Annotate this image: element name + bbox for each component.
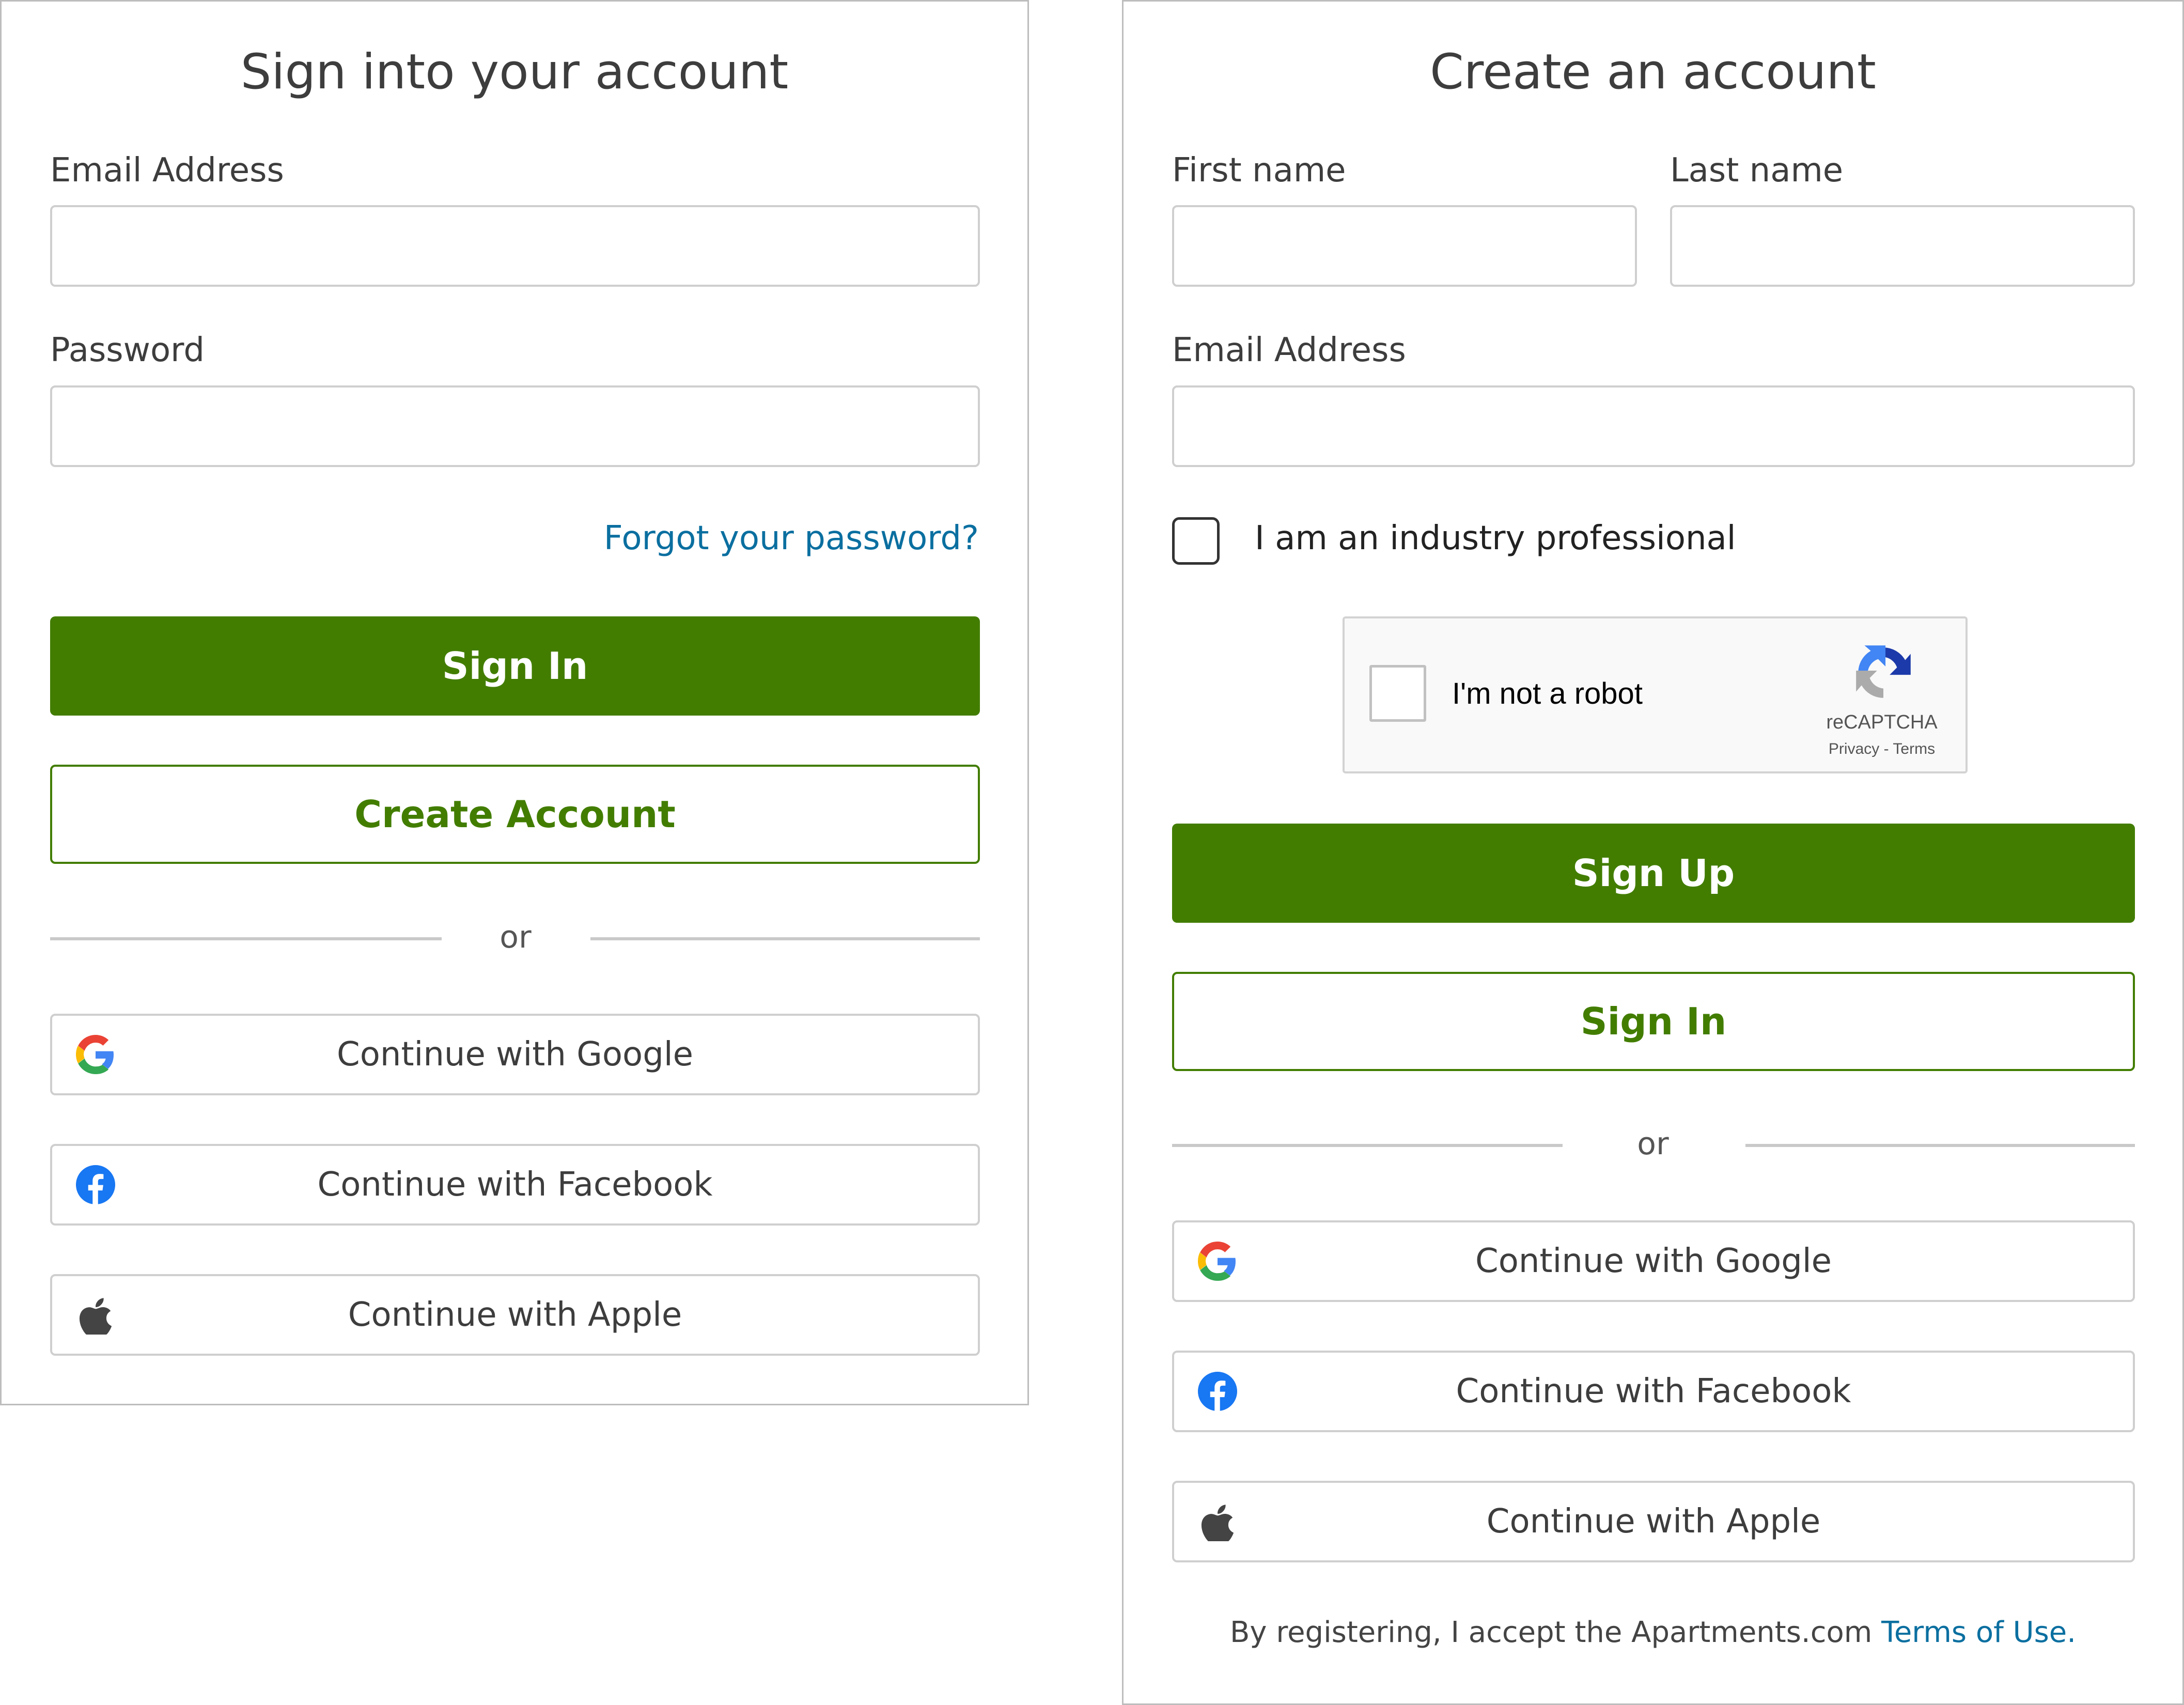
signin-email-input[interactable] <box>50 205 980 287</box>
create-account-button[interactable]: Create Account <box>50 765 980 864</box>
forgot-password-link[interactable]: Forgot your password? <box>604 519 979 557</box>
recaptcha-terms-link[interactable]: Terms <box>1893 740 1935 757</box>
signup-apple-button[interactable]: Continue with Apple <box>1172 1481 2135 1562</box>
signin-apple-button[interactable]: Continue with Apple <box>50 1274 980 1356</box>
divider-or: or <box>500 919 532 955</box>
signup-divider-or: or <box>1637 1126 1669 1162</box>
signup-divider-left <box>1172 1144 1563 1147</box>
password-input[interactable] <box>50 385 980 467</box>
signup-email-label: Email Address <box>1172 331 1406 369</box>
signin-facebook-button[interactable]: Continue with Facebook <box>50 1144 980 1226</box>
google-icon <box>76 1035 115 1074</box>
recaptcha-label: I'm not a robot <box>1452 677 1643 710</box>
recaptcha-checkbox[interactable] <box>1369 665 1426 722</box>
google-icon <box>1198 1242 1237 1281</box>
recaptcha-icon <box>1850 639 1917 706</box>
industry-professional-label: I am an industry professional <box>1255 519 1736 557</box>
terms-footer: By registering, I accept the Apartments.… <box>1124 1616 2182 1649</box>
signin-email-label: Email Address <box>50 151 284 190</box>
apple-icon <box>1198 1502 1237 1541</box>
signup-panel: Create an account First name Last name E… <box>1122 0 2184 1705</box>
signup-facebook-label: Continue with Facebook <box>1456 1372 1851 1411</box>
signin-button[interactable]: Sign In <box>50 616 980 716</box>
signup-divider-right <box>1745 1144 2135 1147</box>
signup-google-button[interactable]: Continue with Google <box>1172 1220 2135 1302</box>
terms-footer-text: By registering, I accept the Apartments.… <box>1229 1616 1882 1649</box>
industry-professional-checkbox[interactable] <box>1172 517 1220 565</box>
signup-button[interactable]: Sign Up <box>1172 824 2135 923</box>
divider-right <box>590 937 980 940</box>
signin-title: Sign into your account <box>240 44 789 100</box>
recaptcha-separator: - <box>1883 740 1889 757</box>
last-name-label: Last name <box>1670 151 1844 190</box>
signup-title: Create an account <box>1430 44 1876 100</box>
facebook-icon <box>76 1165 115 1204</box>
signup-facebook-button[interactable]: Continue with Facebook <box>1172 1351 2135 1432</box>
recaptcha-brand: reCAPTCHA <box>1826 711 1938 733</box>
first-name-input[interactable] <box>1172 205 1637 287</box>
recaptcha-widget: I'm not a robot reCAPTCHA Privacy - Term… <box>1343 616 1968 773</box>
recaptcha-privacy-link[interactable]: Privacy <box>1829 740 1879 757</box>
recaptcha-links: Privacy - Terms <box>1820 740 1944 758</box>
apple-icon <box>76 1295 115 1335</box>
signin-panel: Sign into your account Email Address Pas… <box>0 0 1029 1405</box>
first-name-label: First name <box>1172 151 1346 190</box>
signin-google-button[interactable]: Continue with Google <box>50 1014 980 1095</box>
terms-of-use-link[interactable]: Terms of Use. <box>1881 1616 2076 1649</box>
signup-apple-label: Continue with Apple <box>1486 1502 1821 1541</box>
facebook-icon <box>1198 1372 1237 1411</box>
signin-facebook-label: Continue with Facebook <box>317 1166 713 1204</box>
last-name-input[interactable] <box>1670 205 2135 287</box>
signup-email-input[interactable] <box>1172 385 2135 467</box>
password-label: Password <box>50 331 205 369</box>
divider-left <box>50 937 442 940</box>
signin-apple-label: Continue with Apple <box>348 1296 682 1334</box>
signup-signin-button[interactable]: Sign In <box>1172 972 2135 1071</box>
signup-google-label: Continue with Google <box>1475 1242 1832 1280</box>
signin-google-label: Continue with Google <box>337 1035 693 1074</box>
